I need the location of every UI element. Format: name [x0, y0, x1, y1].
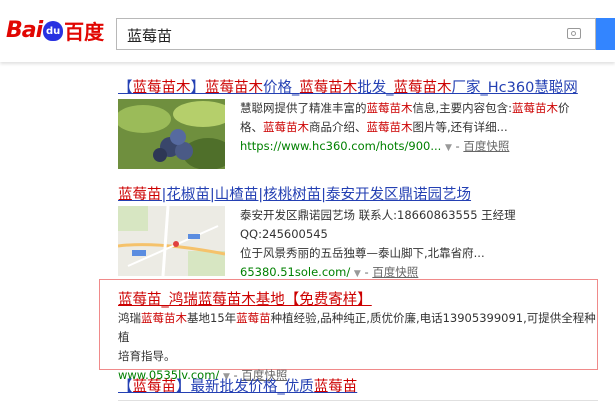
title-highlight: 蓝莓苗木 [205, 80, 263, 96]
abstract-line: 泰安开发区鼎诺园艺场 联系人:18660863555 王经理 QQ:245600… [240, 208, 516, 241]
title-part: 【 [118, 80, 133, 96]
title-highlight: 蓝莓苗 [313, 379, 358, 395]
abstract-line: 培育指导。 [118, 349, 176, 363]
abs-highlight: 蓝莓苗木 [366, 101, 413, 115]
result-url[interactable]: https://www.hc360.com/hots/900... [240, 139, 441, 153]
abs-highlight: 蓝莓苗 [236, 311, 271, 325]
logo-du-text: 百度 [64, 19, 105, 44]
result-title-link[interactable]: 蓝莓苗|花椒苗|山楂苗|核桃树苗|泰安开发区鼎诺园艺场 [118, 187, 471, 203]
dropdown-arrow-icon[interactable]: ▼ [354, 269, 361, 279]
abs-text: 慧聪网提供了精准丰富的 [240, 101, 367, 115]
title-part: 】 [190, 80, 206, 96]
result-url[interactable]: 65380.51sole.com/ [240, 265, 350, 279]
snapshot-link[interactable]: 百度快照 [463, 139, 509, 153]
camera-icon[interactable] [567, 28, 581, 39]
title-highlight: 蓝莓苗 [132, 379, 177, 395]
abs-highlight: 蓝莓苗木 [512, 101, 559, 115]
abs-text: 基地15年 [187, 311, 237, 325]
title-part: _鸿瑞 [161, 292, 198, 308]
title-part: 厂家_Hc360慧聪网 [451, 80, 578, 96]
search-result: 蓝莓苗|花椒苗|山楂苗|核桃树苗|泰安开发区鼎诺园艺场 [118, 183, 471, 204]
title-highlight: 蓝莓苗木 [393, 80, 452, 96]
title-part: 价格_ [263, 80, 300, 96]
search-box[interactable]: 蓝莓苗 [116, 18, 596, 50]
result-abstract: 慧聪网提供了精准丰富的蓝莓苗木信息,主要内容包含:蓝莓苗木价 格、蓝莓苗木商品介… [240, 99, 600, 158]
title-highlight: 蓝莓苗木 [132, 80, 191, 96]
abs-text: 图片等,还有详细... [412, 120, 508, 134]
result-title-link[interactable]: 【蓝莓苗】最新批发价格_优质蓝莓苗 [118, 379, 357, 395]
map-thumbnail[interactable] [118, 206, 225, 276]
search-button[interactable] [596, 18, 615, 50]
abs-text: 价 [558, 101, 570, 115]
baidu-logo[interactable]: Bai du 百度 [6, 14, 104, 46]
abstract-line: 位于风景秀丽的五岳独尊—泰山脚下,北靠省府... [240, 246, 485, 260]
logo-bai-text: Bai [6, 17, 43, 43]
abs-text: 信息,主要内容包含: [412, 101, 513, 115]
title-highlight: 蓝莓苗木 [197, 292, 256, 308]
abstract-line: 慧聪网提供了精准丰富的蓝莓苗木信息,主要内容包含:蓝莓苗木价 [240, 99, 600, 118]
result-abstract: 泰安开发区鼎诺园艺场 联系人:18660863555 王经理 QQ:245600… [240, 206, 600, 284]
snapshot-link[interactable]: 百度快照 [372, 265, 418, 279]
header-bar: Bai du 百度 蓝莓苗 [0, 0, 615, 62]
search-result: 蓝莓苗_鸿瑞蓝莓苗木基地【免费寄样】 [118, 288, 372, 309]
abs-highlight: 蓝莓苗木 [366, 120, 413, 134]
search-result: 【蓝莓苗木】蓝莓苗木价格_蓝莓苗木批发_蓝莓苗木厂家_Hc360慧聪网 [118, 76, 578, 97]
search-input[interactable]: 蓝莓苗 [127, 25, 172, 46]
result-title-link[interactable]: 【蓝莓苗木】蓝莓苗木价格_蓝莓苗木批发_蓝莓苗木厂家_Hc360慧聪网 [118, 80, 578, 96]
search-result: 【蓝莓苗】最新批发价格_优质蓝莓苗 [118, 375, 357, 396]
abstract-line: 鸿瑞蓝莓苗木基地15年蓝莓苗种植经验,品种纯正,质优价廉,电话139053990… [118, 309, 596, 347]
title-highlight: 蓝莓苗 [118, 187, 162, 203]
title-part: |花椒苗|山楂苗|核桃树苗|泰安开发区鼎诺园艺场 [161, 187, 472, 203]
abs-text: 商品介绍、 [309, 120, 367, 134]
title-part: 】最新批发价格_优质 [176, 379, 314, 395]
title-highlight: 蓝莓苗 [118, 292, 162, 308]
result-title-link[interactable]: 蓝莓苗_鸿瑞蓝莓苗木基地【免费寄样】 [118, 292, 372, 308]
abs-highlight: 蓝莓苗木 [263, 120, 309, 134]
dropdown-arrow-icon[interactable]: ▼ [445, 143, 452, 153]
abstract-line: 格、蓝莓苗木商品介绍、蓝莓苗木图片等,还有详细... [240, 118, 600, 137]
abs-text: 鸿瑞 [118, 311, 141, 325]
abs-highlight: 蓝莓苗木 [141, 311, 187, 325]
title-part: 批发_ [357, 80, 394, 96]
title-part: 基地【免费寄样】 [255, 292, 372, 308]
result-meta: https://www.hc360.com/hots/900... ▼ - 百度… [240, 139, 510, 153]
abs-text: 格、 [240, 120, 263, 134]
title-part: 【 [118, 379, 133, 395]
paw-icon: du [43, 21, 64, 41]
title-highlight: 蓝莓苗木 [299, 80, 358, 96]
blueberry-thumbnail[interactable] [118, 99, 225, 169]
